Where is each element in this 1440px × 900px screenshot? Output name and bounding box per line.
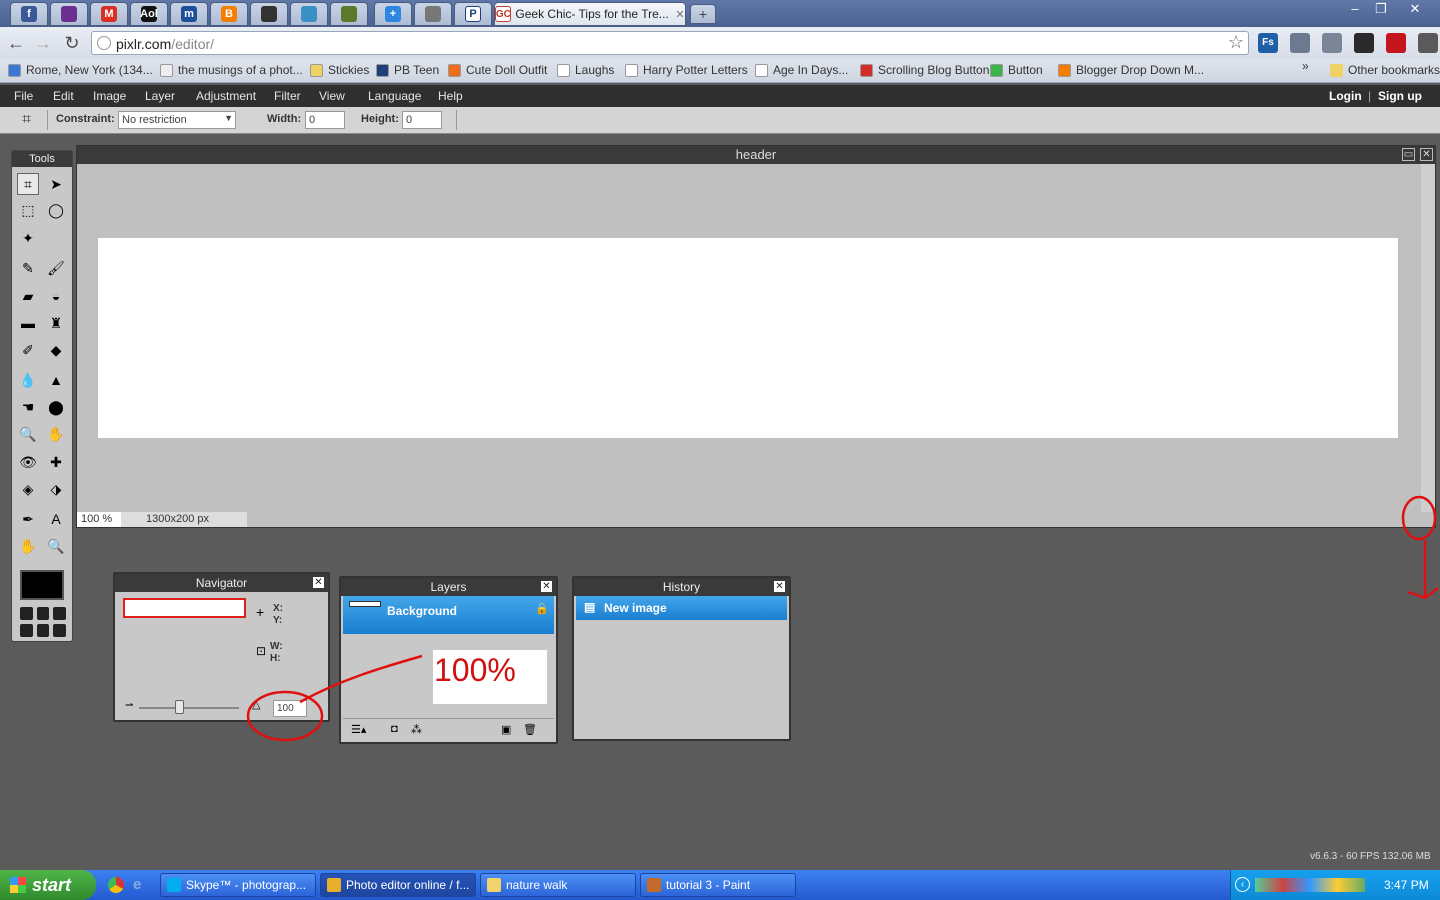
annotation-circle	[1401, 495, 1437, 541]
annotation-arrow	[1407, 540, 1439, 600]
annotation-arrow	[299, 654, 423, 704]
taskbar-task[interactable]: Skype™ - photograp...	[160, 873, 316, 897]
system-tray: ‹ 3:47 PM	[1230, 870, 1440, 900]
task-label: nature walk	[506, 878, 568, 892]
clock: 3:47 PM	[1384, 878, 1429, 892]
task-app-icon	[647, 878, 661, 892]
taskbar-task[interactable]: nature walk	[480, 873, 636, 897]
version-info: v6.6.3 - 60 FPS 132.06 MB	[1310, 851, 1431, 862]
annotation-label: 100%	[433, 650, 547, 704]
taskbar-task[interactable]: tutorial 3 - Paint	[640, 873, 796, 897]
tray-expand-icon[interactable]: ‹	[1235, 877, 1250, 892]
task-label: Skype™ - photograp...	[186, 878, 307, 892]
task-label: Photo editor online / f...	[346, 878, 470, 892]
task-app-icon	[327, 878, 341, 892]
red-annotations	[246, 495, 1439, 742]
tray-icons	[1255, 878, 1365, 892]
task-app-icon	[167, 878, 181, 892]
taskbar-task[interactable]: Photo editor online / f...	[320, 873, 476, 897]
start-label: start	[32, 874, 72, 895]
chrome-quicklaunch-icon[interactable]	[108, 877, 124, 893]
annotation-circle	[246, 690, 324, 742]
start-button[interactable]: start	[0, 870, 96, 900]
task-label: tutorial 3 - Paint	[666, 878, 751, 892]
windows-logo-icon	[10, 877, 26, 893]
task-app-icon	[487, 878, 501, 892]
ie-quicklaunch-icon[interactable]: e	[133, 877, 149, 893]
